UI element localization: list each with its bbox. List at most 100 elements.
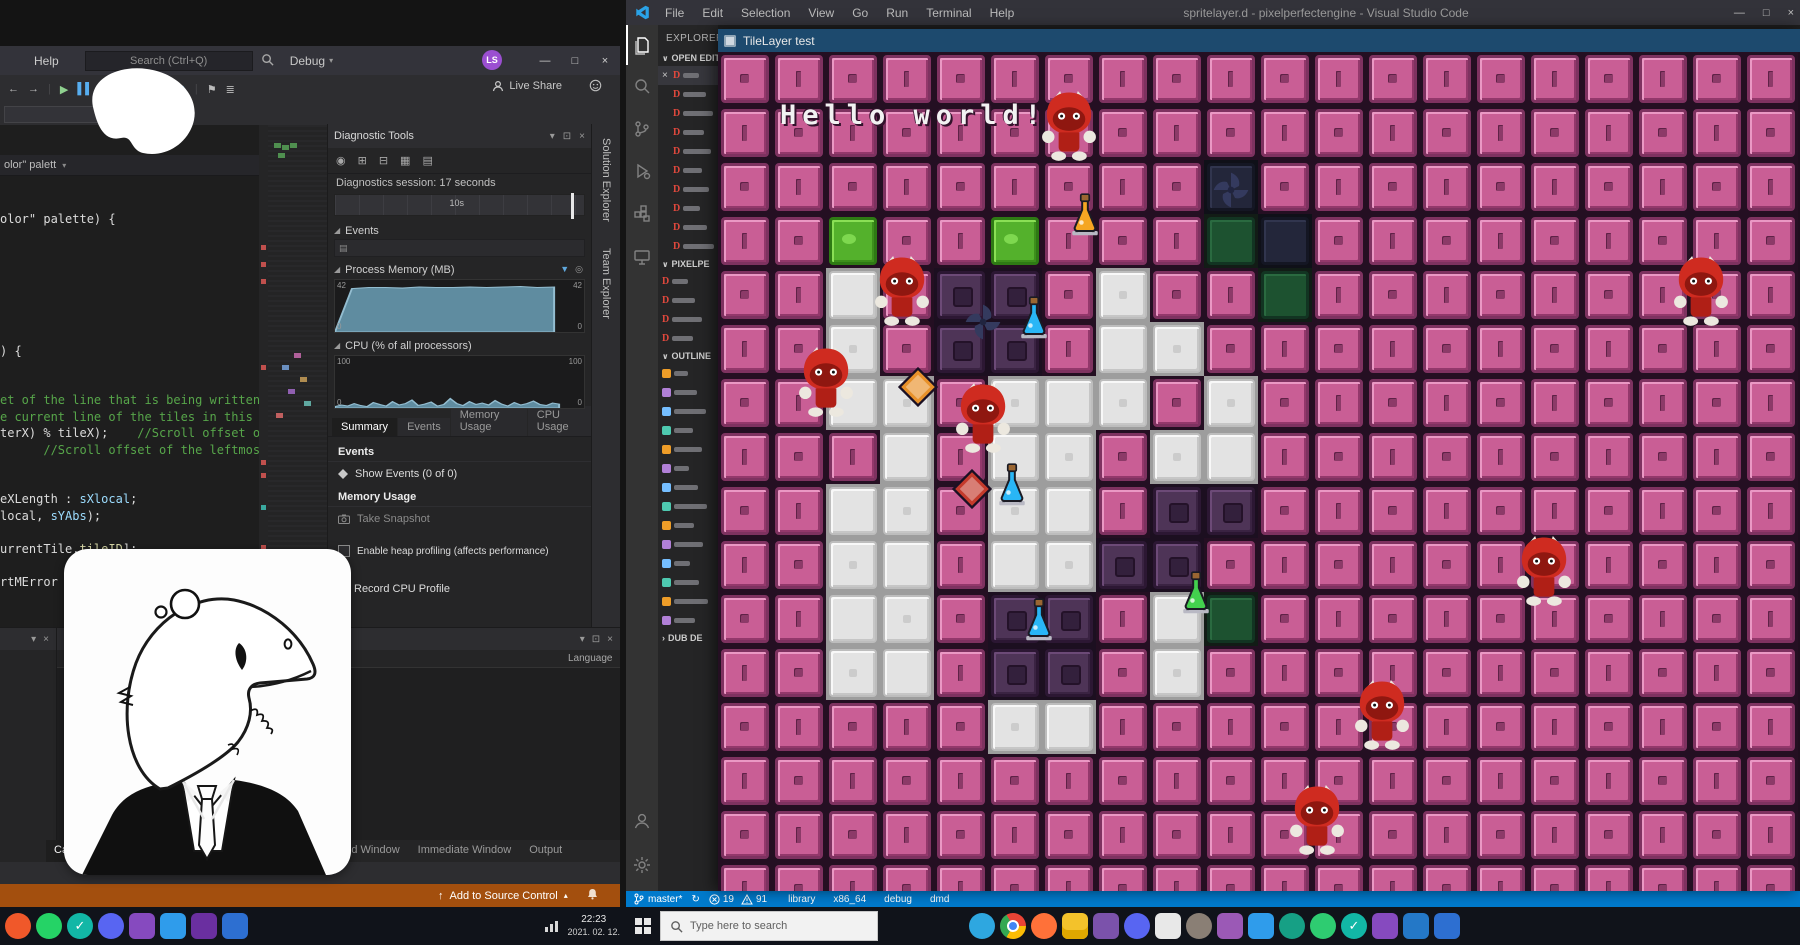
search-icon[interactable]	[626, 67, 658, 107]
outline-item[interactable]	[658, 573, 718, 592]
outline-item[interactable]	[658, 592, 718, 611]
toolbar-icon[interactable]: ←	[8, 83, 19, 95]
vertical-tab-team-explorer[interactable]: Team Explorer	[600, 248, 612, 319]
close-icon[interactable]: ×	[43, 634, 49, 645]
memory-section-header[interactable]: ◢ Process Memory (MB) ▼◎	[328, 261, 591, 278]
taskbar-icon-window-blue[interactable]	[1434, 913, 1460, 939]
toolbar-icon[interactable]: ≣	[226, 83, 235, 96]
heap-profiling-checkbox-row[interactable]: Enable heap profiling (affects performan…	[328, 541, 591, 561]
problems-item[interactable]: 19 91	[709, 894, 767, 905]
feedback-smiley-icon[interactable]	[589, 79, 602, 97]
outline-item[interactable]	[658, 459, 718, 478]
file-item[interactable]: D	[658, 291, 718, 310]
chevron-down-icon[interactable]: ▾	[31, 634, 36, 645]
taskbar-icon-window-blue[interactable]	[222, 913, 248, 939]
game-view[interactable]: Hello world!	[718, 52, 1800, 891]
file-item[interactable]: D	[658, 329, 718, 348]
taskbar-icon-chrome[interactable]	[1000, 913, 1026, 939]
outline-item[interactable]	[658, 383, 718, 402]
diag-tool-icon[interactable]: ▦	[400, 154, 410, 167]
close-icon[interactable]: ×	[607, 634, 613, 645]
outline-item[interactable]	[658, 478, 718, 497]
close-icon[interactable]: ×	[662, 70, 670, 81]
file-item[interactable]: D	[658, 310, 718, 329]
taskbar-icon-green-app[interactable]	[1310, 913, 1336, 939]
close-button[interactable]: ×	[590, 46, 620, 75]
menu-help[interactable]: Help	[34, 54, 59, 68]
clock[interactable]: 22:23 2021. 02. 12.	[567, 914, 620, 938]
source-control-icon[interactable]	[626, 109, 658, 149]
run-debug-icon[interactable]	[626, 151, 658, 191]
start-button[interactable]	[626, 907, 660, 945]
extensions-icon[interactable]	[626, 193, 658, 233]
menu-selection[interactable]: Selection	[732, 6, 799, 20]
outline-item[interactable]	[658, 516, 718, 535]
pin-icon[interactable]: ◎	[575, 264, 583, 275]
show-events-link[interactable]: Show Events (0 of 0)	[328, 464, 591, 484]
solution-config-dropdown[interactable]: Debug ▾	[290, 54, 333, 68]
diag-tab-cpu-usage[interactable]: CPU Usage	[528, 406, 591, 436]
taskbar-icon-vscode[interactable]	[160, 913, 186, 939]
file-item[interactable]: D	[658, 123, 718, 142]
taskbar-icon-edge[interactable]	[969, 913, 995, 939]
taskbar-icon-discord[interactable]	[1124, 913, 1150, 939]
file-item[interactable]: ×D	[658, 66, 718, 85]
minimize-button[interactable]: —	[1734, 7, 1745, 19]
toolbar-icon[interactable]: ▶	[60, 83, 68, 96]
taskbar-icon-todo-check[interactable]: ✓	[1341, 913, 1367, 939]
close-button[interactable]: ×	[1788, 7, 1794, 19]
toolbar-icon[interactable]: |	[48, 83, 51, 95]
diag-tool-icon[interactable]: ⊞	[358, 154, 367, 167]
diagnostics-timeline[interactable]: 10s	[334, 194, 585, 216]
taskbar-icon-folder[interactable]	[1062, 913, 1088, 939]
add-to-source-control-button[interactable]: ↑ Add to Source Control ▴	[438, 890, 568, 902]
open-editors-section[interactable]: ∨ OPEN EDITORS	[658, 50, 718, 66]
taskbar-search-input[interactable]: Type here to search	[660, 911, 878, 941]
events-swimlane[interactable]: ▤	[334, 239, 585, 257]
diag-tab-memory-usage[interactable]: Memory Usage	[451, 406, 527, 436]
menu-go[interactable]: Go	[843, 6, 877, 20]
filter-icon[interactable]: ▼	[560, 264, 569, 275]
remote-explorer-icon[interactable]	[626, 237, 658, 277]
taskbar-icon-visual-studio[interactable]	[1372, 913, 1398, 939]
taskbar-icon-purple-app[interactable]	[1217, 913, 1243, 939]
file-item[interactable]: D	[658, 180, 718, 199]
outline-item[interactable]	[658, 364, 718, 383]
accounts-icon[interactable]	[626, 801, 658, 841]
outline-item[interactable]	[658, 421, 718, 440]
taskbar-icon-photos[interactable]	[1093, 913, 1119, 939]
taskbar-icon-vscode-2[interactable]	[1403, 913, 1429, 939]
file-item[interactable]: D	[658, 199, 718, 218]
file-item[interactable]: D	[658, 161, 718, 180]
maximize-button[interactable]: □	[560, 46, 590, 75]
pin-icon[interactable]: ⊡	[592, 634, 600, 645]
file-item[interactable]: D	[658, 85, 718, 104]
network-icon[interactable]	[545, 920, 559, 932]
maximize-button[interactable]: □	[1763, 7, 1770, 19]
taskbar-icon-gimp[interactable]	[1186, 913, 1212, 939]
cpu-section-header[interactable]: ◢ CPU (% of all processors)	[328, 337, 591, 354]
menu-run[interactable]: Run	[877, 6, 917, 20]
file-item[interactable]: D	[658, 142, 718, 161]
diag-tool-icon[interactable]: ◉	[336, 154, 346, 167]
file-item[interactable]: D	[658, 272, 718, 291]
chevron-down-icon[interactable]: ▾	[580, 634, 585, 645]
outline-item[interactable]	[658, 554, 718, 573]
game-titlebar[interactable]: TileLayer test	[718, 29, 1800, 52]
record-cpu-profile-button[interactable]: Record CPU Profile	[328, 579, 591, 599]
menu-edit[interactable]: Edit	[693, 6, 732, 20]
notification-bell-icon[interactable]	[587, 888, 598, 903]
file-item[interactable]: D	[658, 104, 718, 123]
taskbar-icon-vs-purple[interactable]	[191, 913, 217, 939]
taskbar-icon-mail[interactable]	[1155, 913, 1181, 939]
status-item-library[interactable]: library	[786, 894, 817, 905]
git-branch-item[interactable]: master*	[634, 893, 682, 905]
menu-terminal[interactable]: Terminal	[917, 6, 980, 20]
taskbar-icon-visual-studio[interactable]	[129, 913, 155, 939]
panel-tab-immediate-window[interactable]: Immediate Window	[410, 840, 520, 862]
timeline-cursor[interactable]	[571, 193, 574, 219]
close-icon[interactable]: ×	[579, 131, 585, 142]
taskbar-icon-firefox[interactable]	[1031, 913, 1057, 939]
menu-help[interactable]: Help	[981, 6, 1024, 20]
minimize-button[interactable]: —	[530, 46, 560, 75]
